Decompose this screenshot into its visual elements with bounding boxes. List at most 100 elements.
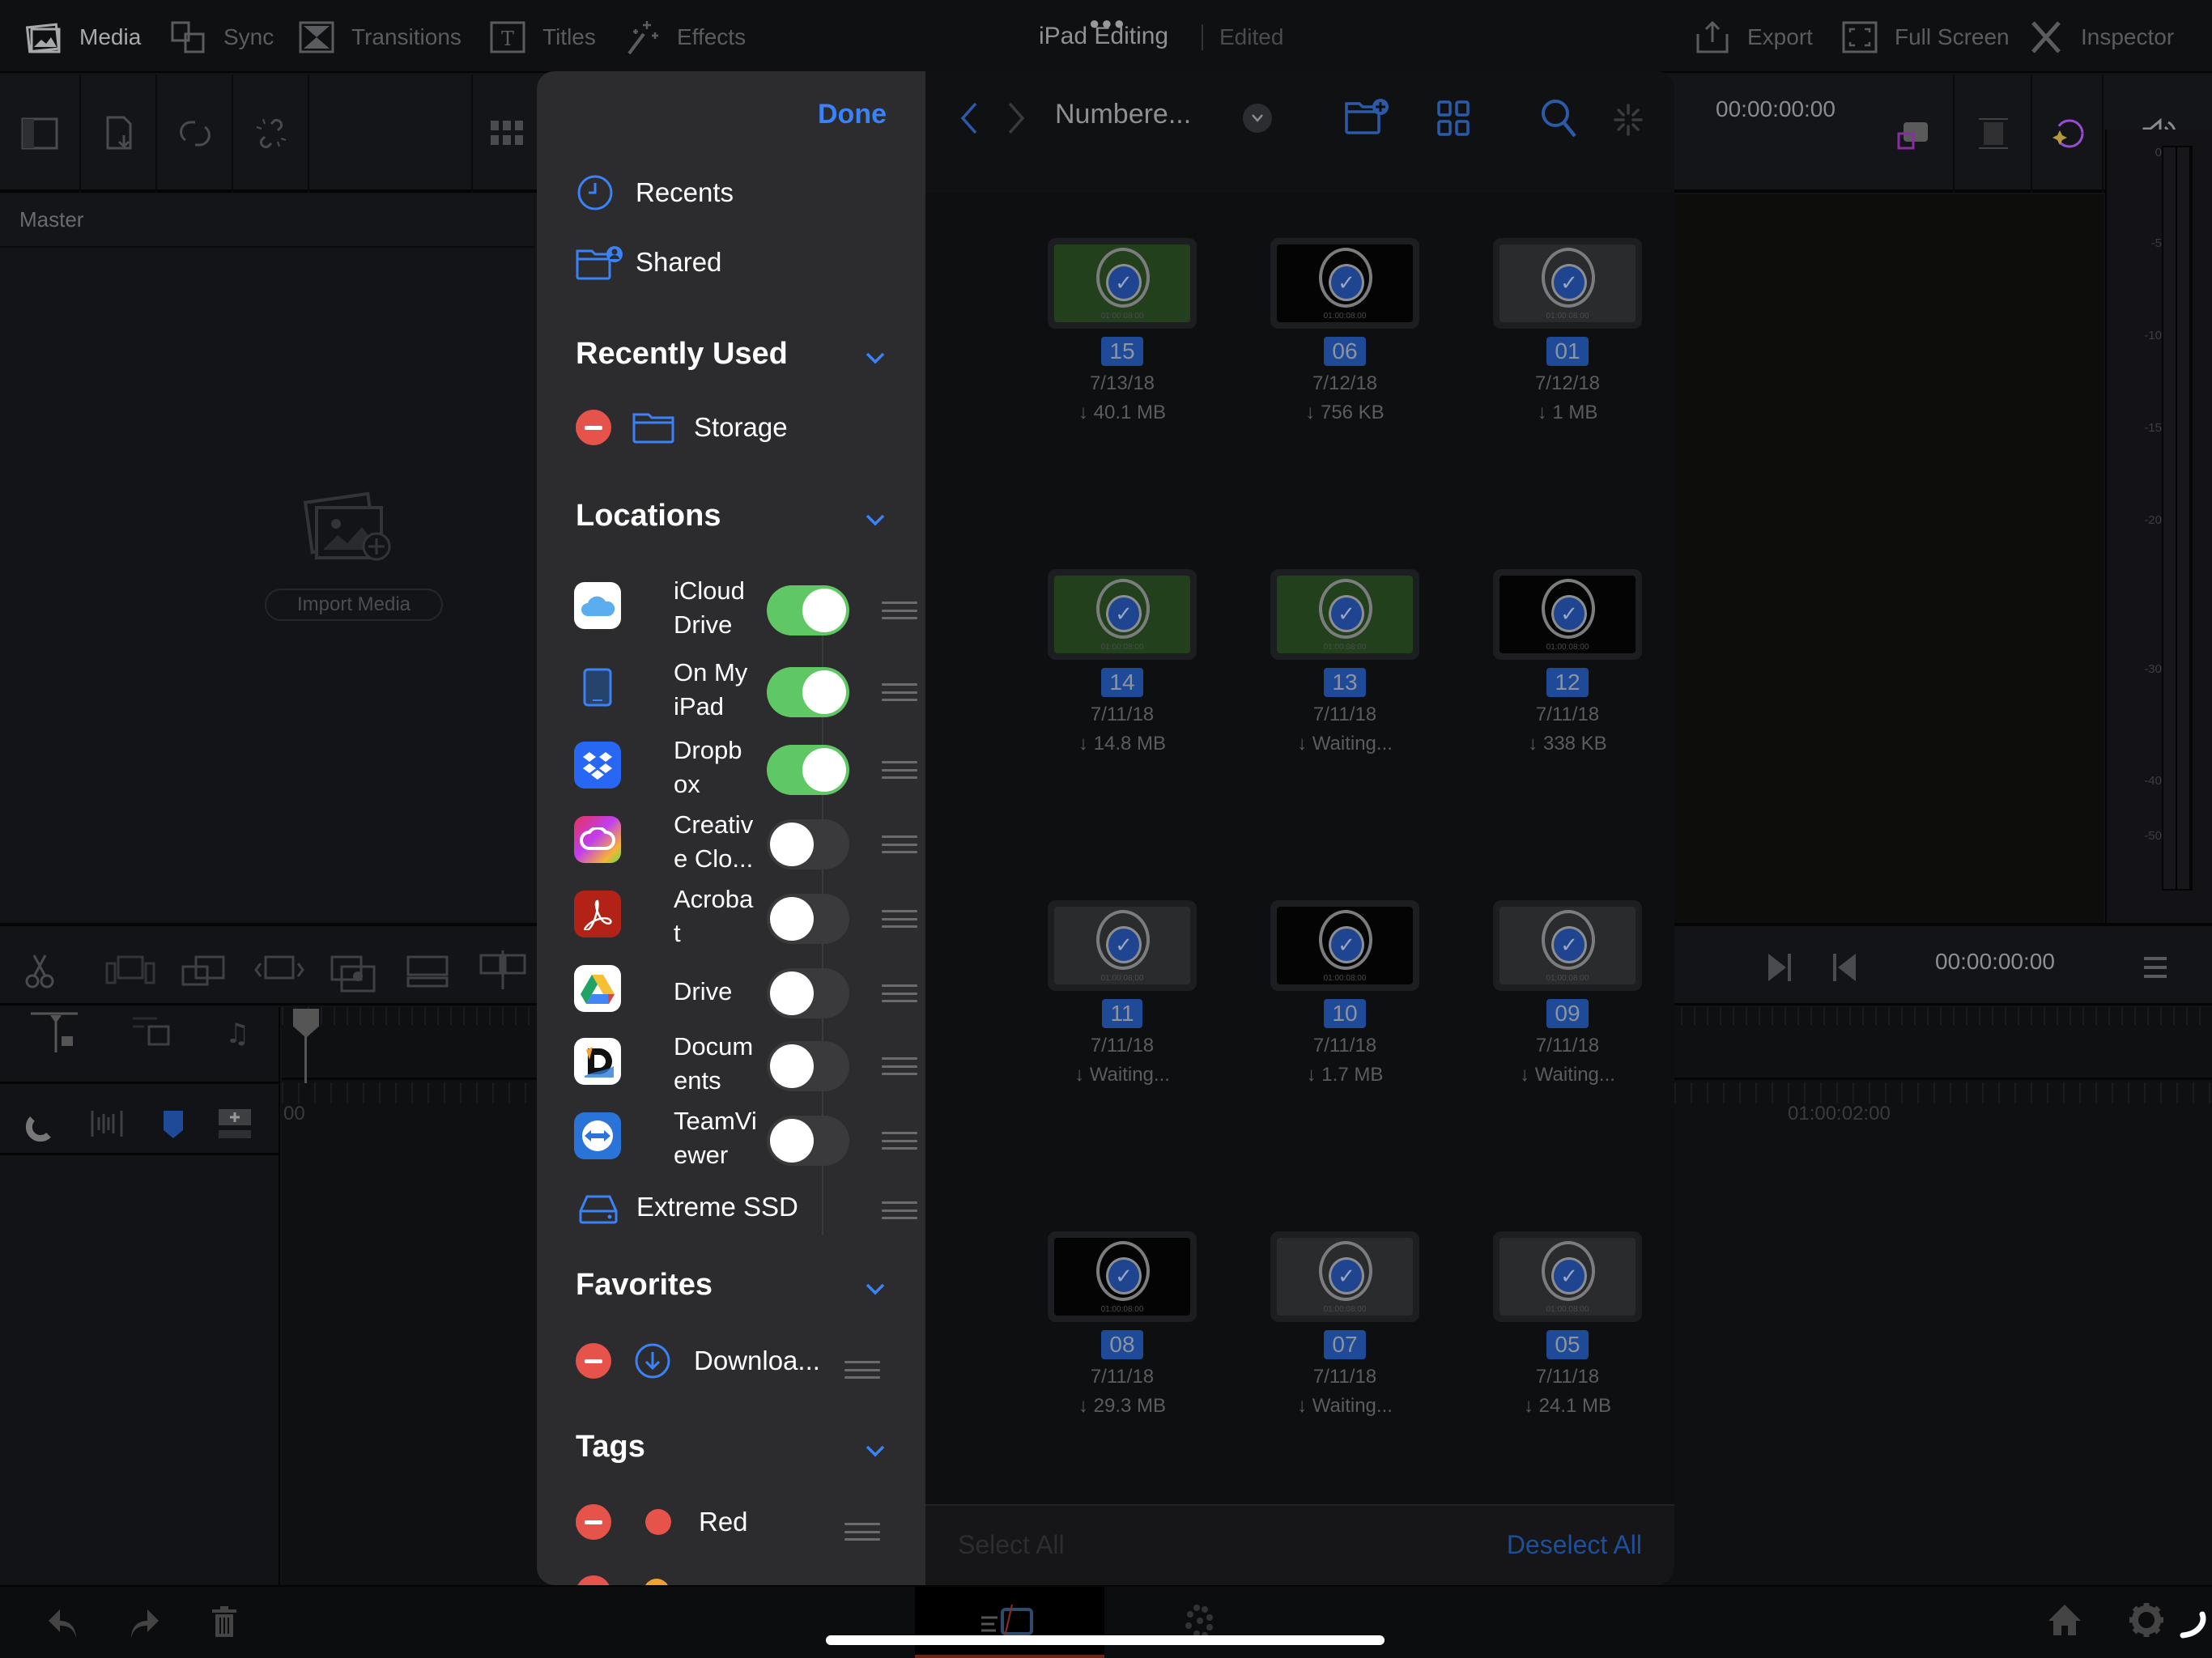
chevron-down-icon[interactable]: [864, 508, 887, 531]
reorder-handle-icon[interactable]: [882, 835, 917, 853]
home-indicator[interactable]: [826, 1635, 1385, 1645]
folder-menu-button[interactable]: [1243, 104, 1272, 133]
viewer-camera-button[interactable]: [1877, 74, 1955, 193]
file-thumbnail[interactable]: ✓ 01:00:08:00: [1048, 900, 1197, 991]
selected-checkmark-icon[interactable]: ✓: [1329, 926, 1364, 963]
audio-scrub-icon[interactable]: [89, 1107, 125, 1140]
sidebar-item-recents[interactable]: Recents: [576, 173, 734, 212]
sidebar-item-shared[interactable]: Shared: [576, 244, 721, 280]
panel-layout-button[interactable]: [0, 74, 81, 193]
color-effects-button[interactable]: [2034, 74, 2104, 193]
file-thumbnail[interactable]: ✓ 01:00:08:00: [1493, 569, 1642, 660]
file-thumbnail[interactable]: ✓ 01:00:08:00: [1493, 238, 1642, 329]
done-button[interactable]: Done: [818, 99, 887, 130]
selected-checkmark-icon[interactable]: ✓: [1551, 1257, 1587, 1295]
selected-checkmark-icon[interactable]: ✓: [1551, 264, 1587, 301]
remove-icon[interactable]: [576, 1504, 611, 1540]
selected-checkmark-icon[interactable]: ✓: [1329, 1257, 1364, 1295]
chevron-down-icon[interactable]: [864, 1278, 887, 1300]
import-file-button[interactable]: [83, 74, 157, 193]
location-toggle[interactable]: [767, 745, 849, 795]
selected-checkmark-icon[interactable]: ✓: [1329, 264, 1364, 301]
grid-view-icon[interactable]: [1436, 99, 1471, 138]
location-documents[interactable]: Docum ents: [574, 1030, 917, 1103]
file-item[interactable]: ✓ 01:00:08:00 01 7/12/18 ↓ 1 MB: [1491, 238, 1644, 424]
trash-icon[interactable]: [211, 1605, 238, 1639]
selected-checkmark-icon[interactable]: ✓: [1106, 595, 1142, 632]
remove-icon[interactable]: [576, 1575, 611, 1585]
tab-titles[interactable]: T Titles: [487, 15, 596, 60]
location-toggle[interactable]: [767, 968, 849, 1018]
overwrite-clip-icon[interactable]: [180, 954, 228, 988]
reorder-handle-icon[interactable]: [882, 984, 917, 1002]
select-all-button[interactable]: Select All: [958, 1530, 1065, 1560]
append-clip-icon[interactable]: [405, 954, 450, 988]
remove-icon[interactable]: [576, 410, 611, 445]
file-thumbnail[interactable]: ✓ 01:00:08:00: [1270, 238, 1419, 329]
export-button[interactable]: Export: [1692, 15, 1813, 60]
file-item[interactable]: ✓ 01:00:08:00 09 7/11/18 ↓ Waiting...: [1491, 900, 1644, 1086]
location-extreme-ssd[interactable]: Extreme SSD: [574, 1182, 917, 1239]
add-track-icon[interactable]: [217, 1107, 253, 1140]
file-item[interactable]: ✓ 01:00:08:00 11 7/11/18 ↓ Waiting...: [1045, 900, 1199, 1086]
file-thumbnail[interactable]: ✓ 01:00:08:00: [1048, 1231, 1197, 1322]
location-on-my-ipad[interactable]: On My iPad: [574, 656, 917, 729]
tab-effects[interactable]: Effects: [622, 15, 746, 60]
file-item[interactable]: ✓ 01:00:08:00 14 7/11/18 ↓ 14.8 MB: [1045, 569, 1199, 755]
location-toggle[interactable]: [767, 667, 849, 717]
location-dropbox[interactable]: Dropb ox: [574, 733, 917, 806]
selected-checkmark-icon[interactable]: ✓: [1551, 926, 1587, 963]
location-google-drive[interactable]: Drive: [574, 957, 917, 1030]
tab-transitions[interactable]: Transitions: [296, 15, 462, 60]
location-icloud-drive[interactable]: iCloud Drive: [574, 574, 917, 647]
selected-checkmark-icon[interactable]: ✓: [1329, 595, 1364, 632]
reorder-handle-icon[interactable]: [882, 683, 917, 701]
audio-track-icon[interactable]: ♫: [201, 1009, 249, 1049]
location-toggle[interactable]: [767, 585, 849, 636]
remove-icon[interactable]: [576, 1343, 611, 1379]
unlink-button[interactable]: [235, 74, 309, 193]
file-thumbnail[interactable]: ✓ 01:00:08:00: [1270, 900, 1419, 991]
back-chevron-icon[interactable]: [958, 100, 981, 136]
file-thumbnail[interactable]: ✓ 01:00:08:00: [1270, 1231, 1419, 1322]
file-item[interactable]: ✓ 01:00:08:00 06 7/12/18 ↓ 756 KB: [1268, 238, 1422, 424]
location-toggle[interactable]: [767, 1041, 849, 1091]
reorder-handle-icon[interactable]: [882, 602, 917, 619]
file-item[interactable]: ✓ 01:00:08:00 12 7/11/18 ↓ 338 KB: [1491, 569, 1644, 755]
reorder-handle-icon[interactable]: [844, 1361, 880, 1379]
file-thumbnail[interactable]: ✓ 01:00:08:00: [1048, 238, 1197, 329]
insert-clip-icon[interactable]: [105, 954, 157, 988]
selected-checkmark-icon[interactable]: ✓: [1106, 264, 1142, 301]
reorder-handle-icon[interactable]: [882, 1132, 917, 1150]
relink-button[interactable]: [159, 74, 233, 193]
viewer-transform-button[interactable]: [1956, 74, 2032, 193]
tab-sync[interactable]: Sync: [168, 15, 274, 60]
folder-title[interactable]: Numbere...: [1055, 99, 1191, 130]
next-edit-icon[interactable]: [1765, 950, 1794, 984]
page-cut-tab[interactable]: [915, 1587, 1104, 1658]
location-creative-cloud[interactable]: Creativ e Clo...: [574, 808, 917, 881]
import-media-button[interactable]: Import Media: [265, 589, 443, 621]
location-acrobat[interactable]: Acroba t: [574, 882, 917, 955]
settings-gear-icon[interactable]: [2128, 1601, 2165, 1639]
reorder-handle-icon[interactable]: [882, 761, 917, 779]
home-icon[interactable]: [2047, 1603, 2082, 1637]
search-icon[interactable]: [1539, 97, 1578, 139]
file-item[interactable]: ✓ 01:00:08:00 07 7/11/18 ↓ Waiting...: [1268, 1231, 1422, 1418]
location-toggle[interactable]: [767, 1116, 849, 1166]
sidebar-item-tag-red[interactable]: Red: [576, 1504, 748, 1540]
fullscreen-button[interactable]: Full Screen: [1840, 15, 2010, 60]
inspector-button[interactable]: Inspector: [2026, 15, 2174, 60]
file-item[interactable]: ✓ 01:00:08:00 13 7/11/18 ↓ Waiting...: [1268, 569, 1422, 755]
file-thumbnail[interactable]: ✓ 01:00:08:00: [1270, 569, 1419, 660]
file-item[interactable]: ✓ 01:00:08:00 10 7/11/18 ↓ 1.7 MB: [1268, 900, 1422, 1086]
file-thumbnail[interactable]: ✓ 01:00:08:00: [1493, 900, 1642, 991]
new-folder-icon[interactable]: [1343, 96, 1392, 139]
file-item[interactable]: ✓ 01:00:08:00 15 7/13/18 ↓ 40.1 MB: [1045, 238, 1199, 424]
undo-icon[interactable]: [45, 1606, 81, 1640]
previous-edit-icon[interactable]: [1830, 950, 1859, 984]
file-item[interactable]: ✓ 01:00:08:00 05 7/11/18 ↓ 24.1 MB: [1491, 1231, 1644, 1418]
video-track-icon[interactable]: [130, 1009, 178, 1049]
grid-view-button[interactable]: [474, 74, 539, 193]
place-on-top-icon[interactable]: [329, 946, 381, 994]
